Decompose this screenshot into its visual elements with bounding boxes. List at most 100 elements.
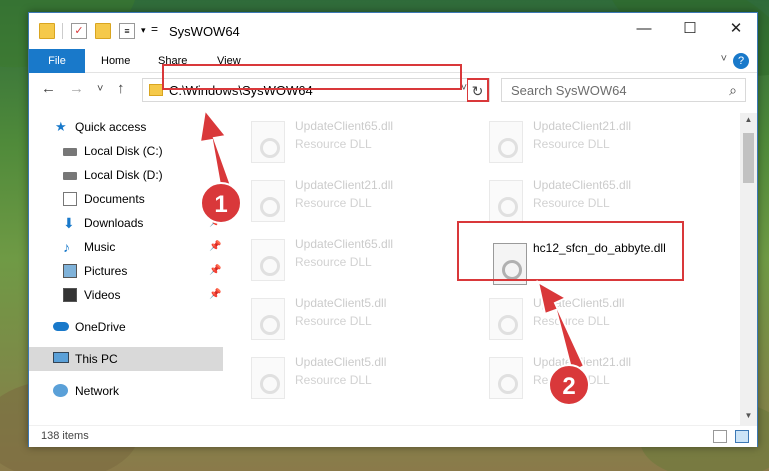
drive-icon — [63, 172, 77, 180]
search-icon[interactable]: ⌕ — [729, 82, 737, 99]
tab-file[interactable]: File — [29, 49, 85, 73]
title-bar: ✓ ≡ ▾ = SysWOW64 — ☐ ✕ — [29, 13, 757, 49]
search-placeholder: Search SysWOW64 — [511, 83, 627, 98]
address-path[interactable]: C:\Windows\SysWOW64 — [169, 83, 313, 98]
sidebar-item-music[interactable]: ♪ Music 📌 — [29, 235, 223, 259]
pin-icon[interactable]: 📌 — [209, 283, 221, 307]
network-icon — [53, 384, 68, 397]
file-name: UpdateClient21.dll — [533, 355, 632, 369]
sidebar-item-network[interactable]: Network — [29, 379, 223, 403]
sidebar-item-label: Local Disk (C:) — [84, 144, 163, 158]
sidebar-item-local-disk-c[interactable]: Local Disk (C:) — [29, 139, 223, 163]
tab-home[interactable]: Home — [89, 49, 142, 73]
pin-icon[interactable]: 📌 — [209, 235, 221, 259]
file-name: UpdateClient65.dll — [533, 178, 632, 192]
pictures-icon — [63, 264, 77, 278]
up-button[interactable]: ↑ — [117, 80, 125, 97]
file-item[interactable]: UpdateClient65.dll Resource DLL — [247, 233, 477, 289]
search-input[interactable]: Search SysWOW64 ⌕ — [501, 78, 746, 102]
file-name: UpdateClient5.dll — [295, 355, 387, 369]
sidebar-item-documents[interactable]: Documents — [29, 187, 223, 211]
sidebar-item-pictures[interactable]: Pictures 📌 — [29, 259, 223, 283]
star-icon: ★ — [55, 119, 67, 134]
chevron-down-icon[interactable]: ▾ — [141, 25, 146, 36]
scrollbar-thumb[interactable] — [743, 133, 754, 183]
file-name: UpdateClient5.dll — [295, 296, 387, 310]
folder-icon — [149, 84, 163, 96]
sidebar-item-label: Pictures — [84, 264, 128, 278]
file-type: Resource DLL — [295, 314, 372, 328]
scroll-down-icon[interactable]: ▼ — [740, 411, 757, 420]
pin-icon[interactable]: 📌 — [209, 259, 221, 283]
rename-icon[interactable]: ≡ — [119, 23, 135, 39]
file-name: UpdateClient5.dll — [533, 296, 625, 310]
callout-2: 2 — [548, 364, 590, 406]
sidebar-item-label: Network — [75, 384, 120, 398]
file-type: Resource DLL — [295, 255, 372, 269]
sidebar-item-label: This PC — [75, 352, 118, 366]
navigation-pane: ★ Quick access Local Disk (C:) Local Dis… — [29, 113, 223, 418]
sidebar-item-label: Videos — [84, 288, 121, 302]
refresh-button[interactable]: ↻ — [467, 78, 489, 102]
navigation-bar: ← → ˅ ↑ C:\Windows\SysWOW64 ˅ ↻ Search S… — [29, 74, 757, 106]
vertical-scrollbar[interactable]: ▲ ▼ — [740, 113, 757, 427]
scroll-up-icon[interactable]: ▲ — [740, 115, 757, 124]
file-name: UpdateClient21.dll — [295, 178, 394, 192]
file-item[interactable]: UpdateClient5.dll Resource DLL — [247, 292, 477, 348]
tiles-view-icon[interactable] — [735, 430, 749, 443]
properties-icon[interactable]: ✓ — [71, 23, 87, 39]
callout-1: 1 — [200, 182, 242, 224]
documents-icon — [63, 192, 77, 206]
help-icon[interactable]: ? — [733, 53, 749, 69]
sidebar-item-quick-access[interactable]: ★ Quick access — [29, 115, 223, 139]
drive-icon — [63, 148, 77, 156]
separator — [62, 23, 63, 39]
file-type: Resource DLL — [295, 373, 372, 387]
music-icon: ♪ — [63, 239, 70, 255]
dll-file-icon — [251, 357, 285, 399]
file-type: Resource DLL — [533, 137, 610, 151]
dll-file-icon — [251, 121, 285, 163]
sidebar-item-videos[interactable]: Videos 📌 — [29, 283, 223, 307]
close-button[interactable]: ✕ — [713, 13, 759, 45]
file-type: Resource DLL — [533, 196, 610, 210]
file-type: Resource DLL — [295, 196, 372, 210]
dll-file-icon — [251, 298, 285, 340]
sidebar-item-onedrive[interactable]: OneDrive — [29, 315, 223, 339]
file-name: UpdateClient21.dll — [533, 119, 632, 133]
sidebar-item-downloads[interactable]: ⬇ Downloads 📌 — [29, 211, 223, 235]
new-folder-icon[interactable] — [95, 23, 111, 39]
recent-locations-button[interactable]: ˅ — [97, 83, 103, 95]
sidebar-item-local-disk-d[interactable]: Local Disk (D:) — [29, 163, 223, 187]
minimize-button[interactable]: — — [621, 13, 667, 45]
file-item[interactable]: UpdateClient65.dll Resource DLL — [247, 115, 477, 171]
item-count: 138 items — [41, 430, 89, 442]
back-button[interactable]: ← — [41, 80, 56, 97]
dll-file-icon — [251, 239, 285, 281]
dll-file-icon — [489, 298, 523, 340]
details-view-icon[interactable] — [713, 430, 727, 443]
forward-button[interactable]: → — [69, 80, 84, 97]
expand-ribbon-icon[interactable]: ˅ — [721, 53, 727, 65]
file-item[interactable]: UpdateClient5.dll Resource DLL — [247, 351, 477, 407]
address-bar[interactable]: C:\Windows\SysWOW64 ˅ — [142, 78, 490, 102]
sidebar-item-label: OneDrive — [75, 320, 126, 334]
dll-file-icon — [489, 121, 523, 163]
file-highlight-box — [457, 221, 684, 281]
dll-file-icon — [489, 180, 523, 222]
tab-view[interactable]: View — [205, 49, 253, 73]
file-item[interactable]: UpdateClient21.dll Resource DLL — [247, 174, 477, 230]
videos-icon — [63, 288, 77, 302]
window-title: SysWOW64 — [169, 24, 240, 39]
sidebar-item-label: Music — [84, 240, 116, 254]
sidebar-item-this-pc[interactable]: This PC — [29, 347, 223, 371]
file-item[interactable]: UpdateClient21.dll Resource DLL — [485, 351, 715, 407]
maximize-button[interactable]: ☐ — [667, 13, 713, 45]
download-icon: ⬇ — [63, 215, 75, 231]
customize-qa-icon[interactable]: = — [151, 22, 158, 36]
file-item[interactable]: UpdateClient5.dll Resource DLL — [485, 292, 715, 348]
folder-icon — [39, 23, 55, 39]
tab-share[interactable]: Share — [146, 49, 199, 73]
status-bar: 138 items — [29, 425, 757, 447]
file-item[interactable]: UpdateClient21.dll Resource DLL — [485, 115, 715, 171]
